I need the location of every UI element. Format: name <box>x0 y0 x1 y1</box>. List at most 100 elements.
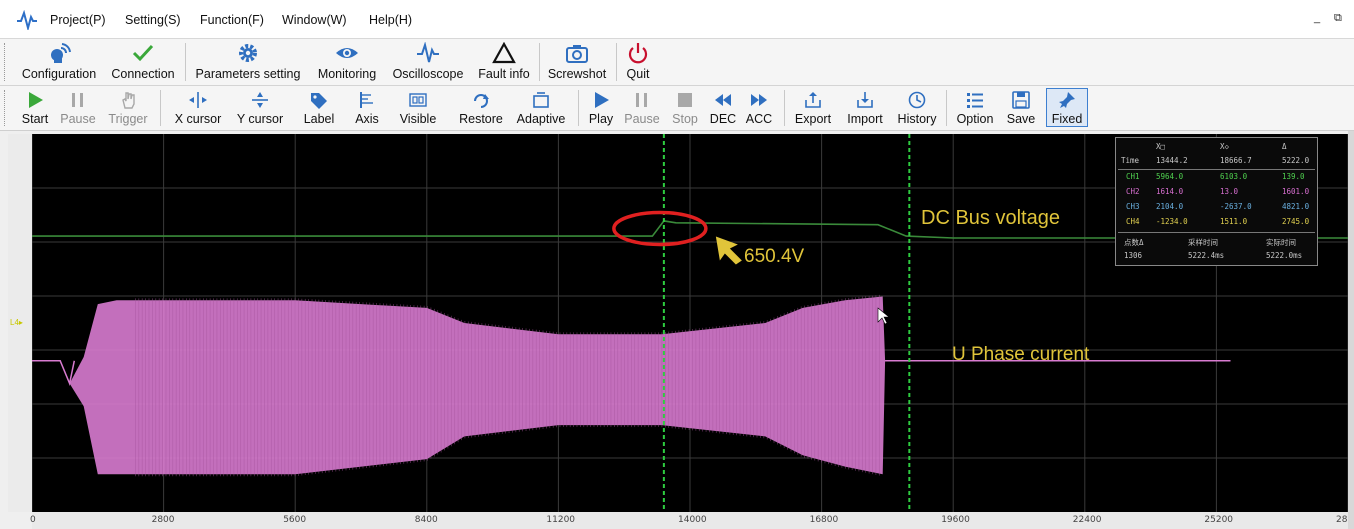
ch1-cursor1: 5964.0 <box>1156 172 1184 181</box>
redo-icon <box>474 94 489 108</box>
configuration-button[interactable]: Configuration <box>18 42 100 81</box>
import-label: Import <box>847 112 883 126</box>
warning-triangle-icon <box>492 42 516 64</box>
x-tick-label: 25200 <box>1204 515 1234 525</box>
waveform-icon <box>417 42 439 63</box>
menu-window[interactable]: Window(W) <box>282 13 347 27</box>
dec-label: DEC <box>709 112 737 126</box>
playback-pause-button[interactable]: Pause <box>622 91 662 126</box>
connection-button[interactable]: Connection <box>108 42 178 81</box>
toolbar-grip[interactable] <box>4 43 8 81</box>
acc-button[interactable]: ACC <box>742 91 776 126</box>
label-label: Label <box>303 112 335 126</box>
history-button[interactable]: History <box>894 91 940 126</box>
oscilloscope-label: Oscilloscope <box>392 67 464 81</box>
toolbar-separator <box>784 90 785 126</box>
channel-level-marker[interactable]: L4▸ <box>10 318 23 327</box>
monitoring-button[interactable]: Monitoring <box>312 42 382 81</box>
label-button[interactable]: Label <box>300 91 338 126</box>
menu-help[interactable]: Help(H) <box>369 13 412 27</box>
export-icon <box>805 92 821 108</box>
toolbar-separator <box>160 90 161 126</box>
vertical-scrollbar[interactable] <box>1348 131 1354 529</box>
screenshot-button[interactable]: Screwshot <box>545 42 609 81</box>
history-label: History <box>897 112 937 126</box>
oscilloscope-plot[interactable]: DC Bus voltage 650.4V U Phase current X□… <box>32 134 1348 512</box>
ch4-delta: 2745.0 <box>1282 217 1310 226</box>
x-tick-label: 5600 <box>283 515 307 525</box>
gear-icon <box>239 44 257 62</box>
visible-button[interactable]: Visible <box>396 91 440 126</box>
x-tick-label: 22400 <box>1072 515 1102 525</box>
save-button[interactable]: Save <box>1002 91 1040 126</box>
cursor2-header: X◇ <box>1220 142 1230 151</box>
ch2-delta: 1601.0 <box>1282 187 1310 196</box>
oscilloscope-button[interactable]: Oscilloscope <box>389 42 467 81</box>
trigger-button[interactable]: Trigger <box>104 91 152 126</box>
import-icon <box>857 92 873 108</box>
dec-button[interactable]: DEC <box>706 91 740 126</box>
annotation-arrow-icon <box>715 236 742 265</box>
satellite-icon <box>51 43 71 63</box>
x-cursor-icon <box>189 92 207 108</box>
menu-project[interactable]: Project(P) <box>50 13 106 27</box>
main-toolbar: Configuration Connection Parameters sett… <box>0 39 1354 86</box>
restore-button[interactable]: ⧉ <box>1334 12 1342 25</box>
axis-icon <box>360 92 373 108</box>
menu-function[interactable]: Function(F) <box>200 13 264 27</box>
peak-voltage-annotation: 650.4V <box>744 246 805 267</box>
trigger-label: Trigger <box>108 112 148 126</box>
scope-toolbar: Start Pause Trigger X cursor Y cursor La… <box>0 86 1354 196</box>
cursor-measurement-table: X□ X◇ Δ Time 13444.2 18666.7 5222.0 CH1 … <box>1115 137 1318 266</box>
toolbar-separator <box>578 90 579 126</box>
eye-icon <box>336 48 358 58</box>
export-button[interactable]: Export <box>790 91 836 126</box>
x-tick-label: 11200 <box>546 515 576 525</box>
restore-view-button[interactable]: Restore <box>456 91 506 126</box>
ch3-delta: 4821.0 <box>1282 202 1310 211</box>
fault-info-button[interactable]: Fault info <box>474 42 534 81</box>
configuration-label: Configuration <box>21 67 97 81</box>
cursor1-header: X□ <box>1156 142 1166 151</box>
x-tick-label: 8400 <box>414 515 438 525</box>
floppy-disk-icon <box>1012 91 1030 109</box>
rewind-icon <box>715 94 731 106</box>
toolbar-grip[interactable] <box>4 90 8 126</box>
import-button[interactable]: Import <box>840 91 890 126</box>
restore-view-label: Restore <box>459 112 503 126</box>
minimize-button[interactable]: _ <box>1314 12 1320 24</box>
fixed-toggle-content[interactable]: Fixed <box>1046 91 1088 126</box>
export-label: Export <box>794 112 832 126</box>
adaptive-button[interactable]: Adaptive <box>513 91 569 126</box>
table-divider <box>1118 232 1315 233</box>
check-icon <box>132 44 154 62</box>
adaptive-icon <box>533 92 549 108</box>
fast-forward-icon <box>751 94 767 106</box>
points-delta-label: 点数Δ <box>1124 238 1144 247</box>
x-cursor-button[interactable]: X cursor <box>170 91 226 126</box>
camera-icon <box>566 45 588 63</box>
menu-setting[interactable]: Setting(S) <box>125 13 181 27</box>
parameters-setting-button[interactable]: Parameters setting <box>192 42 304 81</box>
actual-time-value: 5222.0ms <box>1266 251 1303 260</box>
quit-button[interactable]: Quit <box>620 42 656 81</box>
start-label: Start <box>21 112 49 126</box>
y-cursor-button[interactable]: Y cursor <box>232 91 288 126</box>
visible-icon <box>409 93 427 107</box>
toolbar-separator <box>185 43 186 81</box>
option-button[interactable]: Option <box>952 91 998 126</box>
start-button[interactable]: Start <box>16 91 54 126</box>
acc-label: ACC <box>745 112 773 126</box>
quit-label: Quit <box>626 67 650 81</box>
fixed-label: Fixed <box>1051 112 1083 126</box>
play-button[interactable]: Play <box>584 91 618 126</box>
hand-pointer-icon <box>122 92 135 109</box>
pin-icon <box>1059 92 1075 108</box>
stop-button[interactable]: Stop <box>668 91 702 126</box>
ch2-cursor1: 1614.0 <box>1156 187 1184 196</box>
connection-label: Connection <box>111 67 175 81</box>
pause-button[interactable]: Pause <box>58 91 98 126</box>
axis-button[interactable]: Axis <box>350 91 384 126</box>
dc-bus-annotation: DC Bus voltage <box>921 207 1060 229</box>
x-tick-label: 16800 <box>809 515 839 525</box>
